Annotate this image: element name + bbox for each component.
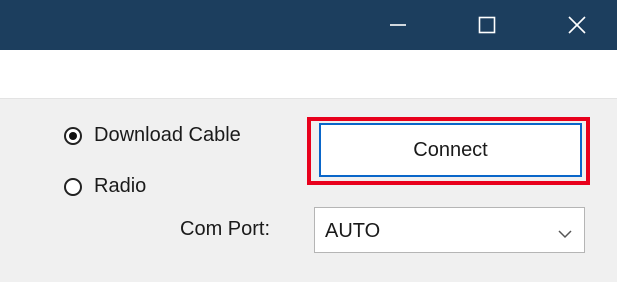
com-port-select[interactable]: AUTO: [314, 207, 585, 253]
minimize-icon: [389, 16, 407, 34]
com-port-value: AUTO: [325, 220, 381, 242]
minimize-button[interactable]: [368, 0, 428, 50]
close-icon: [567, 15, 587, 35]
radio-download-cable[interactable]: Download Cable: [64, 124, 241, 147]
maximize-icon: [478, 16, 496, 34]
close-button[interactable]: [547, 0, 607, 50]
connect-button[interactable]: Connect: [319, 123, 582, 177]
radio-unselected-icon: [64, 177, 82, 196]
app-window: Download Cable Radio Connect Com Port: A…: [0, 0, 617, 282]
radio-radio-label: Radio: [94, 175, 147, 197]
com-port-label: Com Port:: [180, 218, 271, 240]
radio-selected-icon: [64, 126, 82, 145]
chevron-down-icon: [558, 226, 572, 244]
radio-dot: [69, 131, 77, 140]
toolbar-area: [0, 50, 617, 98]
radio-radio[interactable]: Radio: [64, 175, 146, 198]
title-bar: [0, 0, 617, 50]
radio-download-cable-label: Download Cable: [94, 124, 241, 146]
maximize-button[interactable]: [457, 0, 517, 50]
